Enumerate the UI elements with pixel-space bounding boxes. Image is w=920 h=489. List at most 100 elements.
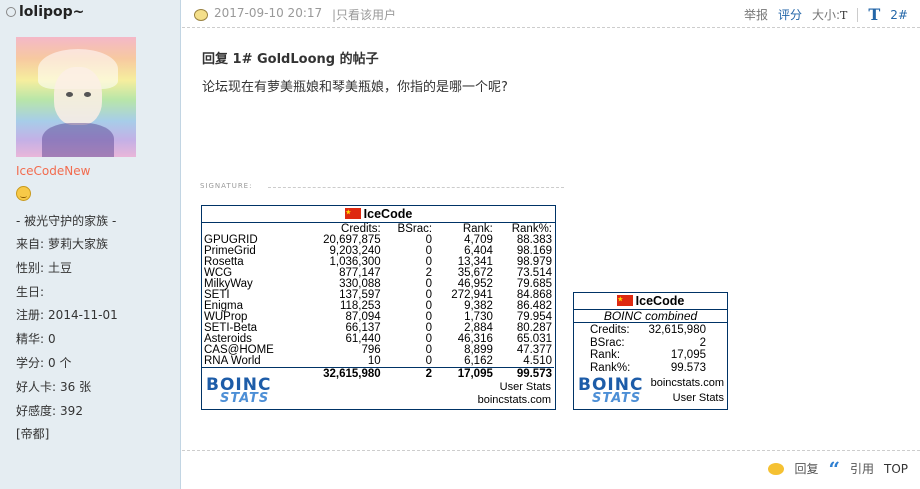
avatar-eye	[84, 92, 91, 97]
only-author-link[interactable]: |只看该用户	[332, 6, 396, 23]
combined-grid: Credits: 32,615,980 BSrac: 2 Rank: 17,095 Rank…	[590, 324, 706, 374]
user-info-value: 0	[48, 332, 56, 347]
stats-footer: User Stats boincstats.com	[478, 381, 551, 407]
china-flag-icon	[616, 292, 633, 308]
post-message: 论坛现在有萝美瓶娘和琴美瓶娘，你指的是哪一个呢?	[202, 80, 508, 95]
divider	[857, 7, 859, 22]
stat-cell: 6,162	[464, 355, 493, 367]
stats-logo-text: STATS	[220, 391, 270, 406]
combined-label: BSrac:	[590, 336, 625, 349]
user-stats-label: User Stats	[672, 392, 724, 404]
quote-icon[interactable]: “	[828, 459, 840, 479]
user-info-value: 萝莉大家族	[48, 237, 109, 251]
font-size-label: 大小:T	[812, 6, 847, 23]
combined-value: 17,095	[670, 349, 706, 361]
rate-link[interactable]: 评分	[778, 6, 802, 23]
user-info-label: 精华:	[16, 332, 45, 347]
stats-username: IceCode	[363, 207, 413, 221]
user-info-value: 392	[60, 403, 83, 418]
user-info-item: 生日:	[16, 284, 48, 300]
post-mood-icon	[194, 9, 208, 21]
online-status-icon	[6, 7, 16, 17]
user-group-link[interactable]: IceCodeNew	[16, 164, 90, 178]
user-info-item: 性别: 土豆	[16, 260, 72, 276]
user-motto: - 被光守护的家族 -	[16, 214, 117, 228]
signature-divider	[268, 187, 564, 188]
user-info-item: 来自: 萝莉大家族	[16, 236, 108, 252]
stats-grid: Credits: BSrac: Rank: Rank%: GPUGRID 20,697,8…	[202, 223, 554, 381]
floor-number[interactable]: 2#	[890, 8, 908, 22]
user-info-value: 土豆	[48, 260, 73, 275]
avatar-body	[42, 123, 114, 157]
user-info-label: 好人卡:	[16, 379, 57, 394]
combined-subtitle: BOINC combined	[574, 309, 727, 323]
combined-header: IceCode	[574, 292, 727, 309]
combined-row: BSrac: 2	[590, 337, 706, 350]
combined-label: Rank:	[590, 349, 621, 361]
stat-cell: 10	[367, 355, 381, 367]
stats-logo-text: STATS	[592, 391, 642, 406]
author-sidebar: lolipop~ IceCodeNew - 被光守护的家族 - 来自: 萝莉大家族…	[0, 0, 181, 489]
user-info-label: 注册:	[16, 308, 45, 323]
post-actions: 回复 “ 引用 TOP	[768, 459, 908, 479]
user-info-label: 来自:	[16, 237, 45, 251]
combined-value: 32,615,980	[648, 324, 706, 336]
user-info-item: 学分: 0 个	[16, 355, 72, 371]
combined-value: 2	[699, 336, 706, 349]
user-info-item: 精华: 0	[16, 331, 56, 347]
user-info-item: 好感度: 392	[16, 403, 83, 419]
post-date: 2017-09-10 20:17	[214, 6, 323, 20]
user-info-label: 学分:	[16, 356, 45, 370]
reply-icon[interactable]	[768, 462, 785, 475]
stat-cell: 99.573	[494, 366, 554, 381]
user-info-value: 2014-11-01	[48, 308, 118, 323]
avatar-eye	[66, 92, 73, 97]
boinc-combined-card[interactable]: IceCode BOINC combined Credits: 32,615,98…	[573, 292, 728, 410]
china-flag-icon	[344, 205, 361, 221]
boincstats-logo[interactable]: BOINC STATS	[576, 375, 658, 407]
stats-header: IceCode	[202, 205, 555, 223]
user-stats-label: User Stats	[499, 381, 551, 393]
combined-value: 99.573	[670, 361, 706, 374]
quote-button[interactable]: 引用	[850, 460, 874, 477]
combined-row: Rank%: 99.573	[590, 362, 706, 375]
post-body: 2017-09-10 20:17 |只看该用户 举报 评分 大小:T T 2# …	[182, 0, 920, 489]
combined-label: Credits:	[590, 324, 630, 336]
smiley-icon	[16, 186, 31, 201]
stats-row: RNA World 10 0 6,162 4.510	[202, 355, 554, 367]
user-info-value: 0 个	[48, 356, 72, 370]
font-size-label-text: 大小:	[812, 8, 841, 22]
post-title: 回复 1# GoldLoong 的帖子	[202, 52, 379, 67]
boinc-stats-table[interactable]: IceCode Credits:BSrac:Rank:Rank%:GPUGRID…	[201, 205, 556, 410]
signature-label: SIGNATURE:	[200, 182, 253, 190]
combined-footer: boincstats.com User Stats	[651, 376, 724, 406]
author-name-label[interactable]: lolipop~	[19, 4, 84, 20]
user-info-label: 性别:	[16, 260, 45, 275]
avatar[interactable]	[16, 37, 136, 157]
author-name[interactable]: lolipop~	[6, 4, 84, 20]
combined-row: Rank: 17,095	[590, 349, 706, 362]
back-to-top-link[interactable]: TOP	[884, 462, 908, 476]
boincstats-domain: boincstats.com	[477, 394, 551, 406]
post-footer: 回复 “ 引用 TOP	[182, 450, 920, 489]
combined-row: Credits: 32,615,980	[590, 324, 706, 337]
stat-cell: 2	[382, 366, 435, 381]
user-info-label: 好感度:	[16, 403, 57, 418]
user-info-label: 生日:	[16, 284, 45, 299]
user-info-item: [帝都]	[16, 426, 53, 442]
boincstats-domain: boincstats.com	[650, 377, 724, 389]
stat-cell: 0	[425, 355, 433, 367]
stat-cell: 17,095	[434, 366, 495, 381]
font-small-button[interactable]: T	[840, 9, 847, 22]
reply-button[interactable]: 回复	[794, 460, 818, 477]
user-info-label: [帝都]	[16, 427, 50, 442]
project-name: RNA World	[204, 355, 261, 367]
font-large-button[interactable]: T	[868, 5, 880, 24]
combined-username: IceCode	[635, 294, 685, 308]
user-info-value: 36 张	[60, 379, 92, 394]
report-link[interactable]: 举报	[744, 6, 768, 23]
post-tools: 举报 评分 大小:T T 2#	[744, 5, 908, 24]
post-header: 2017-09-10 20:17 |只看该用户 举报 评分 大小:T T 2#	[182, 0, 920, 28]
user-info-item: 好人卡: 36 张	[16, 379, 91, 395]
boincstats-logo[interactable]: BOINC STATS	[204, 375, 286, 407]
